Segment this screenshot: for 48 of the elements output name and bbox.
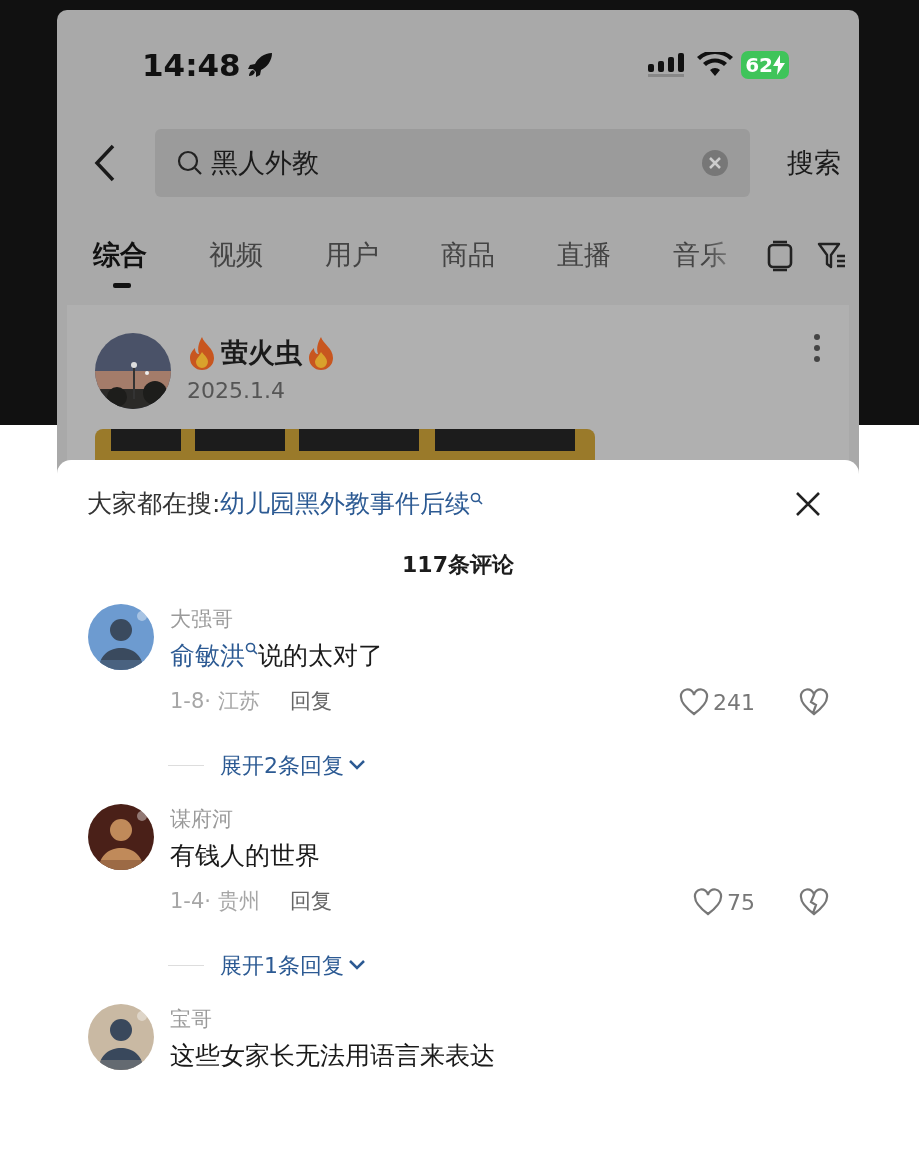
flame-icon: [306, 336, 336, 371]
filter-icon[interactable]: [817, 240, 847, 271]
chevron-down-icon: [348, 959, 366, 971]
comment-meta: 1-8· 江苏: [170, 688, 260, 716]
close-icon[interactable]: [795, 491, 821, 517]
dislike-icon[interactable]: [799, 688, 829, 716]
back-icon[interactable]: [93, 144, 117, 182]
clear-icon[interactable]: [701, 150, 728, 176]
mention-link[interactable]: 俞敏洪: [170, 634, 245, 678]
flame-icon: [187, 336, 217, 371]
comment-username[interactable]: 谋府河: [170, 804, 829, 834]
search-icon: [470, 492, 484, 505]
search-field[interactable]: 黑人外教: [154, 129, 750, 197]
tab[interactable]: 直播: [557, 225, 673, 286]
reply-button[interactable]: 回复: [289, 886, 332, 918]
reply-button[interactable]: 回复: [289, 686, 332, 718]
comment-meta: 1-4· 贵州: [170, 888, 260, 916]
like-count: 241: [713, 688, 755, 717]
comment-text: 有钱人的世界: [170, 840, 320, 872]
trending-search-link[interactable]: 幼儿园黑外教事件后续: [220, 485, 471, 523]
tab[interactable]: 用户: [325, 225, 441, 286]
chevron-down-icon: [348, 759, 366, 771]
expand-replies-button[interactable]: 展开2条回复: [220, 748, 366, 782]
post-date: 2025.1.4: [187, 376, 286, 405]
comment-text: 说的太对了: [258, 640, 383, 672]
like-count: 75: [727, 888, 755, 917]
comment-count: 117条评论: [402, 552, 514, 577]
tab[interactable]: 综合: [93, 225, 209, 286]
search-icon: [176, 150, 203, 176]
status-time: 14:48: [142, 45, 241, 85]
search-button[interactable]: 搜索: [787, 142, 841, 184]
more-icon[interactable]: [813, 333, 821, 363]
like-icon[interactable]: [679, 688, 709, 716]
dislike-icon[interactable]: [799, 888, 829, 916]
tab-indicator: [113, 282, 131, 288]
wifi-icon: [697, 52, 734, 78]
tab[interactable]: 商品: [441, 225, 557, 286]
trending-label: 大家都在搜:: [87, 488, 221, 521]
expand-replies-button[interactable]: 展开1条回复: [220, 948, 366, 982]
like-icon[interactable]: [693, 888, 723, 916]
tab[interactable]: 视频: [209, 225, 325, 286]
charging-bolt-icon: [773, 55, 785, 75]
tab[interactable]: 音乐: [673, 225, 751, 286]
author-name[interactable]: 萤火虫: [221, 333, 302, 374]
device-icon[interactable]: [767, 239, 793, 272]
search-icon: [245, 642, 258, 655]
comment-text: 这些女家长无法用语言来表达: [170, 1040, 495, 1072]
battery-indicator: 62: [741, 51, 789, 79]
